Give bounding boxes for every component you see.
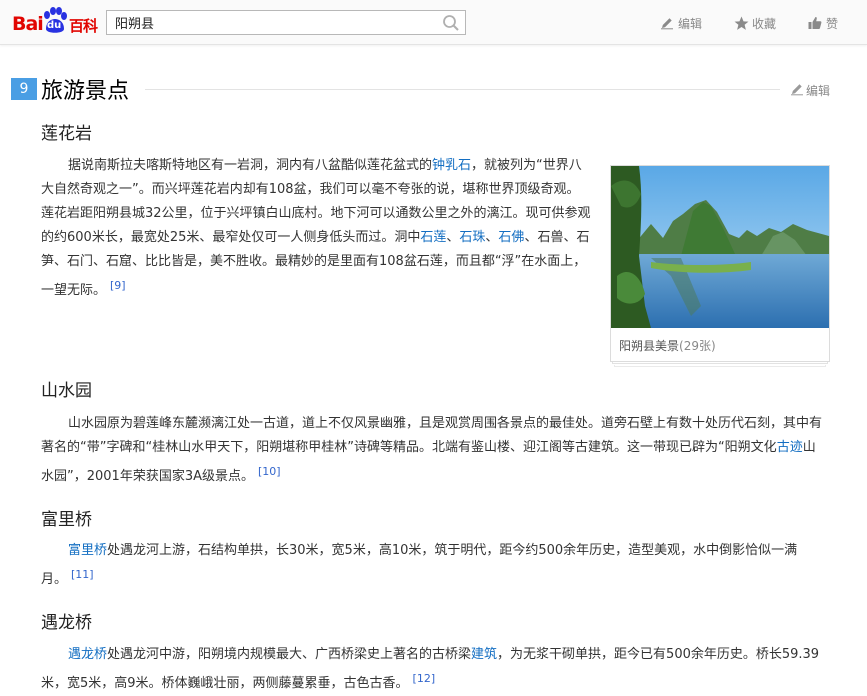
subsection-title-yulongqiao: 遇龙桥: [41, 613, 92, 633]
image-card[interactable]: 阳朔县美景(29张): [610, 165, 830, 362]
paragraph-lianhuayan: 据说南斯拉夫喀斯特地区有一岩洞，洞内有八盆酷似莲花盆式的钟乳石，就被列为“世界八…: [41, 154, 591, 303]
section-number: 9: [11, 78, 37, 100]
link-shilian[interactable]: 石莲: [420, 230, 446, 245]
paragraph-fuliqiao: 富里桥处遇龙河上游，石结构单拱，长30米，宽5米，高10米，筑于明代，距今约50…: [41, 539, 823, 592]
search-box: [106, 10, 466, 35]
edit-label: 编辑: [678, 17, 703, 31]
top-bar: Bai du 百科 编辑 收藏: [0, 0, 867, 45]
logo-baike-text: 百科: [69, 17, 98, 35]
reference-link[interactable]: [10]: [258, 465, 281, 478]
paragraph-yulongqiao: 遇龙桥处遇龙河中游，阳朔境内规模最大、广西桥梁史上著名的古桥梁建筑，为无浆干砌单…: [41, 643, 823, 696]
link-shizhu[interactable]: 石珠: [459, 230, 485, 245]
separator: 、: [446, 230, 460, 245]
like-button[interactable]: 赞: [808, 15, 848, 33]
link-guji[interactable]: 古迹: [777, 440, 803, 455]
image-caption: 阳朔县美景(29张): [619, 337, 716, 354]
text: 据说南斯拉夫喀斯特地区有一岩洞，洞内有八盆酷似莲花盆式的: [68, 158, 433, 173]
favorite-label: 收藏: [752, 17, 777, 31]
star-icon: [734, 16, 749, 30]
baidu-baike-logo[interactable]: Bai du 百科: [12, 7, 100, 37]
search-icon[interactable]: [442, 14, 460, 32]
subsection-title-lianhuayan: 莲花岩: [41, 124, 92, 144]
like-label: 赞: [826, 17, 839, 31]
search-input[interactable]: [107, 11, 445, 34]
reference-link[interactable]: [12]: [413, 672, 436, 685]
section-title: 旅游景点: [41, 79, 130, 104]
favorite-button[interactable]: 收藏: [734, 15, 784, 33]
pencil-icon: [661, 18, 673, 30]
logo-du-text: du: [47, 20, 62, 31]
link-shifo[interactable]: 石佛: [498, 230, 524, 245]
paragraph-shanshuiyuan: 山水园原为碧莲峰东麓濒漓江处一古道，道上不仅风景幽雅，且是观赏周围各景点的最佳处…: [41, 412, 823, 489]
card-stack-edge: [614, 365, 826, 367]
thumbs-up-icon: [808, 17, 822, 29]
card-stack-edge: [612, 362, 828, 364]
text: 处遇龙河上游，石结构单拱，长30米，宽5米，高10米，筑于明代，距今约500余年…: [41, 543, 798, 587]
caption-text: 阳朔县美景: [619, 339, 680, 353]
separator: 、: [485, 230, 499, 245]
link-zhongrushi[interactable]: 钟乳石: [432, 158, 471, 173]
text: 处遇龙河中游，阳朔境内规模最大、广西桥梁史上著名的古桥梁: [107, 647, 472, 662]
subsection-title-fuliqiao: 富里桥: [41, 510, 92, 530]
logo-bai-text: Bai: [12, 13, 44, 35]
section-divider: [145, 89, 780, 90]
pencil-icon: [791, 84, 803, 96]
link-yulongqiao[interactable]: 遇龙桥: [68, 647, 107, 662]
image-count: (29张): [679, 339, 716, 353]
link-fuliqiao[interactable]: 富里桥: [68, 543, 107, 558]
subsection-title-shanshuiyuan: 山水园: [41, 381, 92, 401]
section-edit-label: 编辑: [806, 84, 831, 98]
landscape-photo[interactable]: [611, 166, 829, 328]
reference-link[interactable]: [9]: [110, 279, 126, 292]
text: 山水园原为碧莲峰东麓濒漓江处一古道，道上不仅风景幽雅，且是观赏周围各景点的最佳处…: [41, 416, 823, 455]
edit-button[interactable]: 编辑: [660, 15, 708, 33]
reference-link[interactable]: [11]: [71, 568, 94, 581]
link-jianzhu[interactable]: 建筑: [471, 647, 497, 662]
